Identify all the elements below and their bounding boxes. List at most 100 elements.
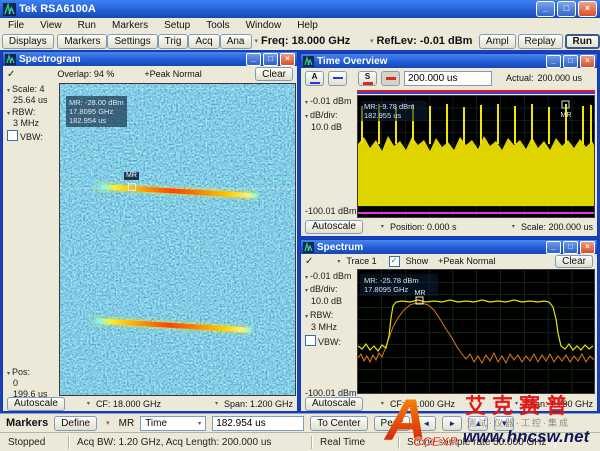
window-minimize-icon[interactable]: _	[536, 1, 555, 17]
trace-selector[interactable]: Trace 1	[346, 256, 376, 266]
window-restore-icon[interactable]: □	[557, 1, 576, 17]
run-button[interactable]: Run	[565, 34, 600, 49]
time-overview-plot[interactable]: MR: -9.78 dBm 182.955 us MR	[357, 95, 595, 218]
position-readout[interactable]: Position: 0.000 s	[390, 222, 457, 232]
marker-label[interactable]: MR	[124, 172, 139, 180]
menu-setup[interactable]: Setup	[156, 20, 198, 31]
scale-control[interactable]: ▾Scale: 4	[7, 84, 45, 94]
peak-up-button[interactable]: ▲	[468, 416, 488, 431]
ref-top-control[interactable]: ▾-0.01 dBm	[305, 96, 352, 106]
window-titlebar[interactable]: Tek RSA6100A _ □ ×	[0, 0, 600, 18]
window-close-icon[interactable]: ×	[578, 1, 597, 17]
minimize-icon[interactable]: _	[546, 241, 561, 254]
clear-button[interactable]: Clear	[255, 67, 293, 81]
check-icon[interactable]: ✓	[305, 256, 313, 267]
clear-button[interactable]: Clear	[555, 255, 593, 268]
ref-top-control[interactable]: ▾-0.01 dBm	[305, 271, 352, 281]
displays-button[interactable]: Displays	[2, 34, 54, 49]
freq-dropdown-icon[interactable]: ▾	[255, 37, 259, 45]
autoscale-button[interactable]: Autoscale	[7, 397, 65, 411]
marker-type-select[interactable]: Time ▾	[140, 416, 206, 431]
show-checkbox[interactable]: ✓	[389, 256, 400, 267]
maximize-icon[interactable]: □	[263, 53, 278, 66]
pos-control[interactable]: ▾Pos:	[7, 367, 30, 377]
panel-title: Spectrum	[317, 242, 363, 253]
settings-button[interactable]: Settings	[107, 34, 157, 49]
replay-button[interactable]: Replay	[518, 34, 563, 49]
span-readout[interactable]: Span: 1.200 GHz	[524, 399, 593, 409]
marker-value-input[interactable]	[212, 416, 304, 431]
markers-button[interactable]: Markers	[57, 34, 107, 49]
autoscale-button[interactable]: Autoscale	[305, 397, 363, 411]
define-button[interactable]: Define	[54, 416, 97, 431]
reflev-readout[interactable]: RefLev: -0.01 dBm	[376, 35, 472, 47]
rbw-control[interactable]: ▾RBW:	[7, 107, 35, 117]
selected-marker-label[interactable]: MR	[119, 418, 135, 429]
dbdiv-control[interactable]: ▾dB/div:	[305, 284, 338, 294]
ana-button[interactable]: Ana	[220, 34, 252, 49]
marker-handle[interactable]	[128, 183, 136, 191]
dropdown-icon[interactable]: ▾	[381, 223, 384, 230]
ampl-button[interactable]: Ampl	[479, 34, 516, 49]
analysis-length-button[interactable]: A	[305, 71, 324, 86]
dropdown-icon[interactable]: ▾	[87, 400, 90, 407]
analysis-length-input[interactable]	[404, 71, 492, 86]
spectrum-length-button[interactable]: S	[358, 71, 377, 86]
span-readout[interactable]: Span: 1.200 GHz	[224, 399, 293, 409]
close-icon[interactable]: ×	[580, 241, 595, 254]
vbw-checkbox[interactable]	[305, 335, 316, 346]
peak-left-button[interactable]: ◄	[416, 416, 436, 431]
menu-tools[interactable]: Tools	[198, 20, 237, 31]
spectrum-plot[interactable]: MR: -25.78 dBm 17.8095 GHz MR	[357, 269, 595, 394]
maximize-icon[interactable]: □	[563, 241, 578, 254]
spectrum-toolbar: ✓ ▾ Trace 1 ✓ Show +Peak Normal Clear	[301, 254, 597, 268]
menu-help[interactable]: Help	[289, 20, 326, 31]
vbw-control[interactable]: VBW:	[305, 335, 341, 347]
peak-right-button[interactable]: ►	[442, 416, 462, 431]
analysis-offset-button[interactable]	[328, 71, 347, 86]
blue-bar-icon	[333, 77, 343, 79]
vbw-checkbox[interactable]	[7, 130, 18, 141]
dbdiv-control[interactable]: ▾dB/div:	[305, 110, 338, 120]
trig-button[interactable]: Trig	[158, 34, 189, 49]
spectrum-titlebar[interactable]: Spectrum _ □ ×	[301, 240, 597, 254]
spectrogram-bottom-row: Autoscale ▾ CF: 18.000 GHz ▾ Span: 1.200…	[3, 396, 297, 411]
trace-dropdown-icon[interactable]: ▾	[337, 258, 340, 265]
peak-button[interactable]: Peak	[374, 416, 411, 431]
dropdown-icon[interactable]: ▾	[515, 400, 518, 407]
marker-dropdown-icon[interactable]: ▾	[106, 419, 110, 427]
dropdown-icon[interactable]: ▾	[381, 400, 384, 407]
minimize-icon[interactable]: _	[546, 55, 561, 68]
menu-markers[interactable]: Markers	[104, 20, 156, 31]
app-icon	[3, 3, 16, 16]
to-center-button[interactable]: To Center	[310, 416, 367, 431]
vbw-control[interactable]: VBW:	[7, 130, 43, 142]
menu-view[interactable]: View	[32, 20, 70, 31]
freq-readout[interactable]: Freq: 18.000 GHz	[261, 35, 350, 47]
run-state-label: Stopped	[0, 436, 69, 449]
menu-window[interactable]: Window	[238, 20, 290, 31]
cf-readout[interactable]: CF: 18.000 GHz	[390, 399, 455, 409]
spectrum-offset-button[interactable]	[381, 71, 400, 86]
dropdown-icon[interactable]: ▾	[512, 223, 515, 230]
scale-readout[interactable]: Scale: 200.000 us	[521, 222, 593, 232]
show-label: Show	[406, 256, 429, 266]
close-icon[interactable]: ×	[280, 53, 295, 66]
peak-down-button[interactable]: ▼	[494, 416, 514, 431]
check-icon[interactable]: ✓	[7, 69, 15, 80]
time-overview-titlebar[interactable]: Time Overview _ □ ×	[301, 54, 597, 68]
panel-title: Time Overview	[317, 56, 387, 67]
rbw-control[interactable]: ▾RBW:	[305, 310, 333, 320]
spectrogram-titlebar[interactable]: Spectrogram _ □ ×	[3, 52, 297, 66]
reflev-dropdown-icon[interactable]: ▾	[370, 37, 374, 45]
maximize-icon[interactable]: □	[563, 55, 578, 68]
close-icon[interactable]: ×	[580, 55, 595, 68]
menu-run[interactable]: Run	[70, 20, 104, 31]
menu-file[interactable]: File	[0, 20, 32, 31]
minimize-icon[interactable]: _	[246, 53, 261, 66]
dropdown-icon[interactable]: ▾	[215, 400, 218, 407]
acq-button[interactable]: Acq	[188, 34, 219, 49]
spectrogram-plot[interactable]: MR: -28.00 dBm 17.8095 GHz 182.954 us MR	[59, 83, 296, 396]
cf-readout[interactable]: CF: 18.000 GHz	[96, 399, 161, 409]
autoscale-button[interactable]: Autoscale	[305, 220, 363, 234]
